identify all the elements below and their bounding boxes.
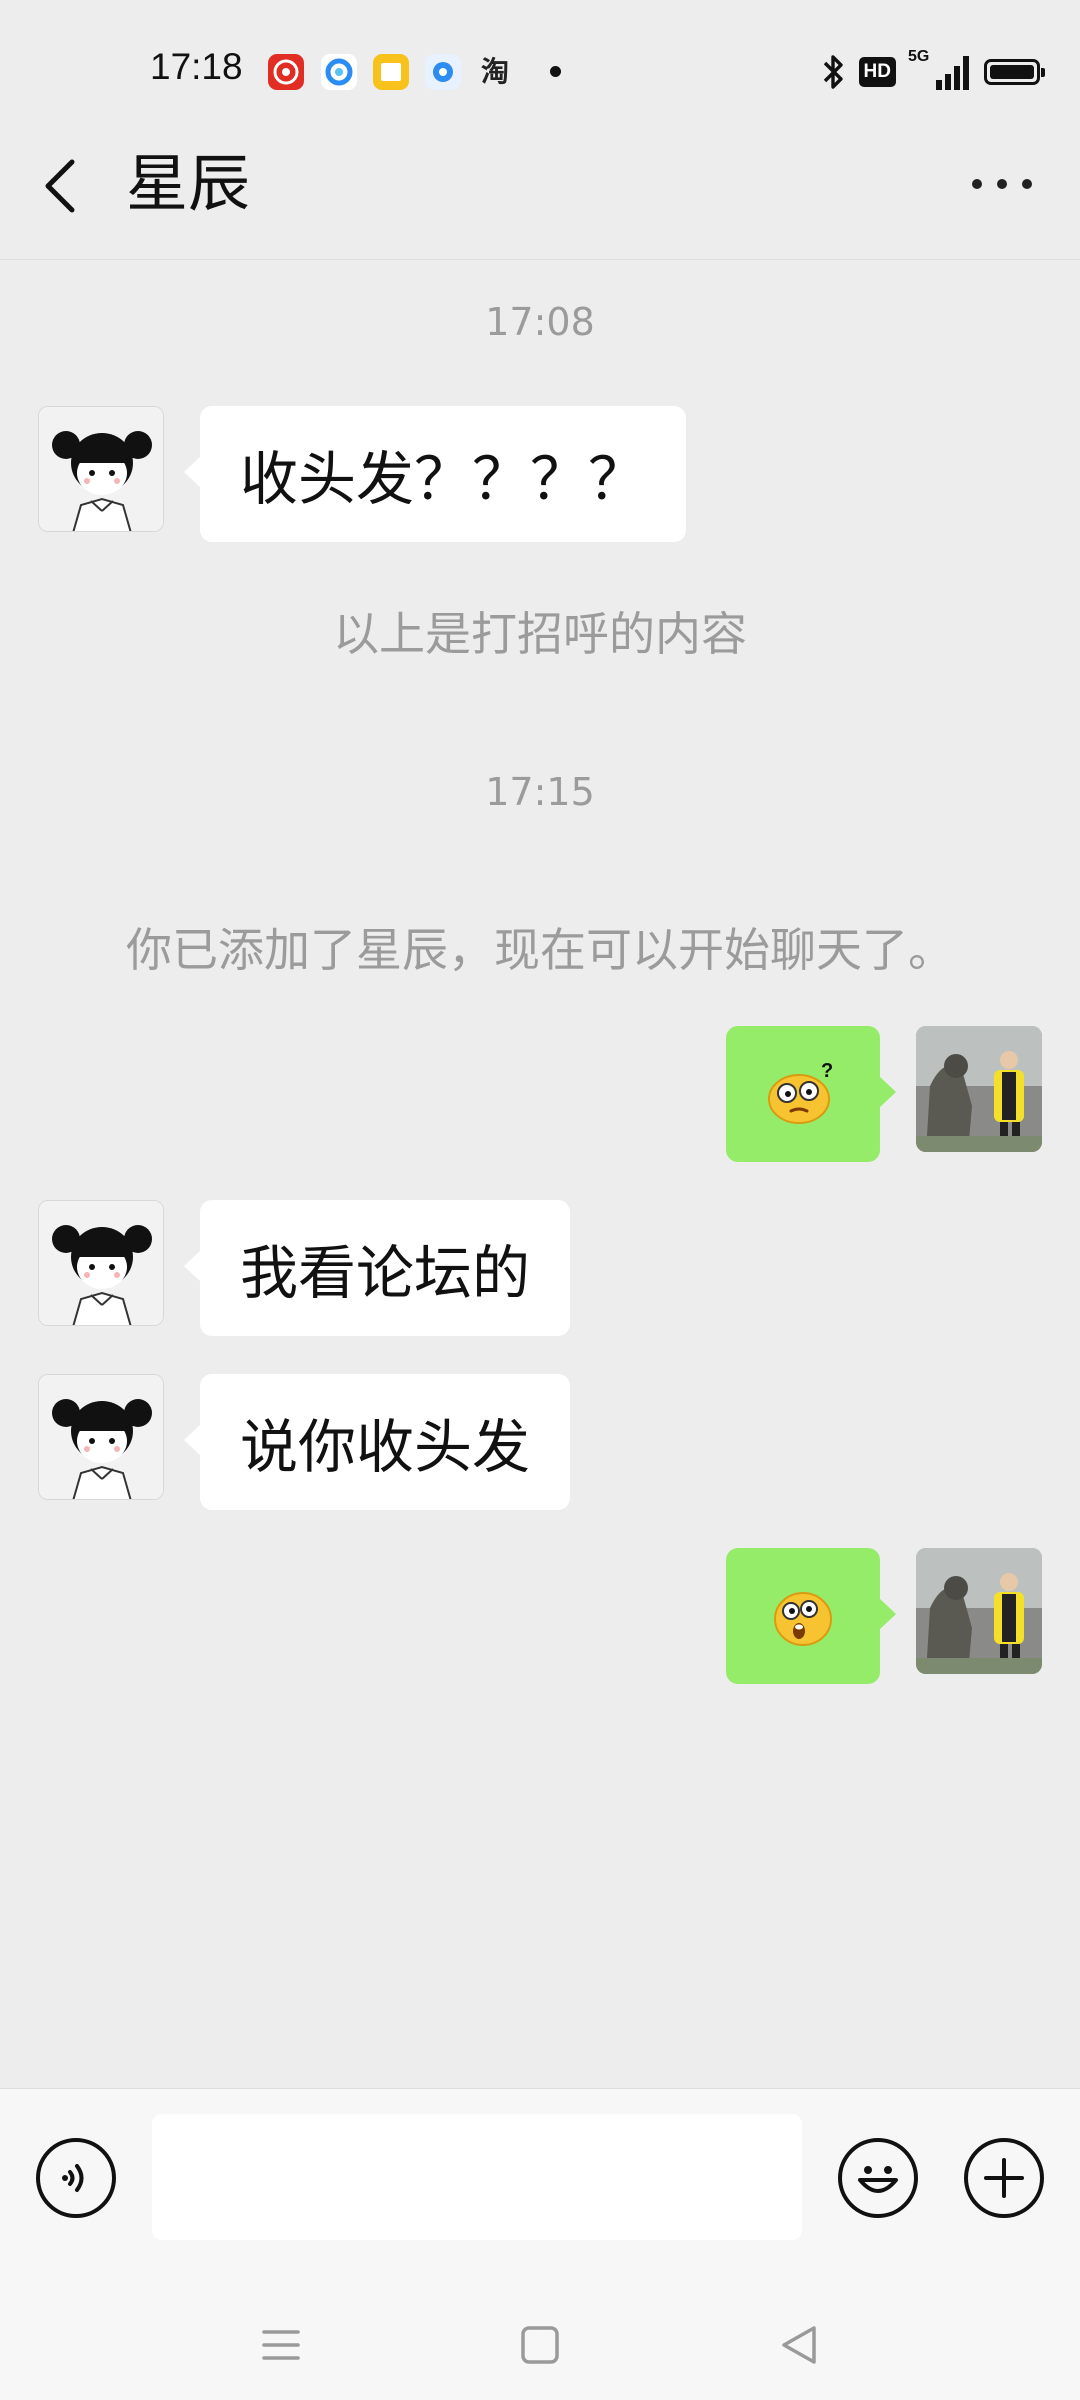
home-icon[interactable] [505, 2310, 575, 2380]
incoming-message-bubble[interactable]: 说你收头发 [183, 1374, 571, 1510]
battery-level [990, 65, 1034, 79]
my-avatar[interactable] [916, 1548, 1042, 1674]
status-bar: 17:18 淘 HD 5G [0, 0, 1080, 140]
outgoing-message-bubble[interactable]: ? [726, 1026, 896, 1162]
taobao-icon: 淘 [480, 55, 509, 88]
more-options-icon[interactable] [972, 176, 1032, 192]
chat-title: 星辰 [126, 147, 251, 220]
system-message: 你已添加了星辰，现在可以开始聊天了。 [126, 923, 954, 977]
menu-icon[interactable] [246, 2310, 316, 2380]
status-time: 17:18 [150, 46, 243, 87]
voice-icon[interactable] [36, 2138, 116, 2218]
back-triangle-icon[interactable] [764, 2310, 834, 2380]
more-dot [972, 179, 982, 189]
svg-text:?: ? [821, 1060, 833, 1082]
outgoing-message-bubble[interactable] [726, 1548, 896, 1684]
browser-icon [321, 54, 357, 90]
bluetooth-icon [823, 55, 843, 89]
battery-icon [984, 59, 1045, 85]
more-dot [1022, 179, 1032, 189]
notes-icon [373, 54, 409, 90]
back-icon[interactable] [40, 156, 80, 216]
app-icon [425, 54, 461, 90]
notification-dot [550, 66, 561, 77]
message-input[interactable] [152, 2114, 802, 2240]
contact-avatar[interactable] [38, 1200, 164, 1326]
incoming-message-bubble[interactable]: 我看论坛的 [183, 1200, 571, 1336]
more-dot [997, 179, 1007, 189]
contact-avatar[interactable] [38, 1374, 164, 1500]
message-timestamp: 17:15 [485, 770, 595, 814]
surprised-emoji [774, 1592, 832, 1646]
status-right-icons: HD 5G [821, 48, 1045, 94]
my-avatar[interactable] [916, 1026, 1042, 1152]
system-message: 以上是打招呼的内容 [333, 607, 747, 661]
contact-avatar[interactable] [38, 406, 164, 532]
plus-icon[interactable] [964, 2138, 1044, 2218]
message-timestamp: 17:08 [485, 300, 595, 344]
pinduoduo-icon [268, 54, 304, 90]
confused-emoji: ? [768, 1060, 833, 1124]
signal-icon: 5G [908, 48, 972, 92]
emoji-icon[interactable] [838, 2138, 918, 2218]
incoming-message-bubble[interactable]: 收头发？？？？ [183, 406, 687, 542]
hd-badge: HD [858, 57, 896, 87]
